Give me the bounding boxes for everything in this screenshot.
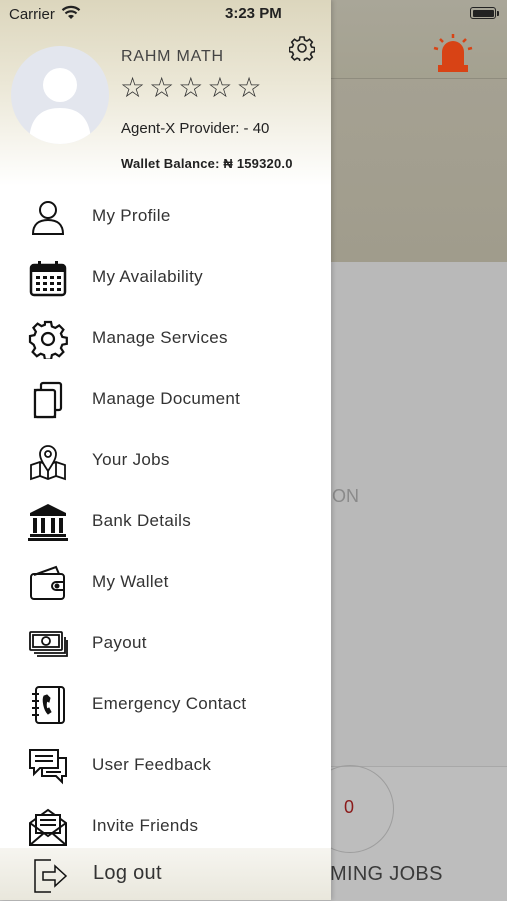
user-icon <box>31 201 65 235</box>
star-empty-icon: ☆ <box>207 72 233 103</box>
navigation-drawer: RAHM MATH ☆ ☆ ☆ ☆ ☆ Agent-X Provider: - … <box>0 0 331 900</box>
alarm-siren-icon[interactable] <box>432 32 474 74</box>
menu-item-manage-services[interactable]: Manage Services <box>0 308 331 369</box>
menu-item-bank-details[interactable]: Bank Details <box>0 491 331 552</box>
menu-item-label: Your Jobs <box>92 450 170 469</box>
battery-icon <box>470 7 496 19</box>
menu-item-user-feedback[interactable]: User Feedback <box>0 735 331 796</box>
chat-icon <box>29 749 67 785</box>
documents-icon <box>33 381 63 419</box>
menu-item-label: Payout <box>92 633 147 652</box>
menu-item-label: Emergency Contact <box>92 694 247 713</box>
menu-item-your-jobs[interactable]: Your Jobs <box>0 430 331 491</box>
avatar[interactable] <box>11 46 109 144</box>
logout-icon <box>34 859 68 893</box>
logout-button[interactable]: Log out <box>0 848 331 900</box>
battery-tip <box>497 11 499 16</box>
bank-icon <box>28 504 68 541</box>
menu-item-label: Bank Details <box>92 511 192 530</box>
provider-name: RAHM MATH <box>121 48 224 65</box>
envelope-icon <box>29 808 67 846</box>
calendar-icon <box>29 261 67 297</box>
menu-item-label: Invite Friends <box>92 816 199 835</box>
menu-item-my-availability[interactable]: My Availability <box>0 247 331 308</box>
menu-item-my-profile[interactable]: My Profile <box>0 186 331 247</box>
map-pin-icon <box>30 445 66 481</box>
star-empty-icon: ☆ <box>236 72 262 103</box>
menu-item-label: My Wallet <box>92 572 169 591</box>
phone-book-icon <box>32 686 65 724</box>
menu-item-label: Manage Services <box>92 328 228 347</box>
wallet-icon <box>30 565 65 600</box>
upcoming-jobs-label[interactable]: MING JOBS <box>330 863 443 886</box>
cash-icon <box>29 631 68 657</box>
gear-icon <box>28 320 68 359</box>
menu-item-manage-document[interactable]: Manage Document <box>0 369 331 430</box>
provider-id: Agent-X Provider: - 40 <box>121 120 270 137</box>
star-empty-icon: ☆ <box>178 72 204 103</box>
background-partial-text: ON <box>332 486 359 506</box>
star-empty-icon: ☆ <box>120 72 146 103</box>
upcoming-jobs-count: 0 <box>344 797 355 817</box>
settings-gear-icon[interactable] <box>289 35 315 61</box>
logout-label: Log out <box>93 862 162 884</box>
wifi-icon <box>61 5 81 19</box>
menu-item-label: Manage Document <box>92 389 241 408</box>
menu-item-payout[interactable]: Payout <box>0 613 331 674</box>
menu-item-my-wallet[interactable]: My Wallet <box>0 552 331 613</box>
wallet-balance: Wallet Balance: ₦ 159320.0 <box>121 156 293 171</box>
star-empty-icon: ☆ <box>149 72 175 103</box>
clock: 3:23 PM <box>225 5 282 22</box>
default-user-avatar-icon <box>29 68 91 144</box>
carrier-label: Carrier <box>9 6 55 23</box>
menu-item-label: My Availability <box>92 267 203 286</box>
menu-item-label: My Profile <box>92 206 171 225</box>
rating-stars: ☆ ☆ ☆ ☆ ☆ <box>120 72 262 104</box>
menu-item-label: User Feedback <box>92 755 212 774</box>
menu-item-emergency-contact[interactable]: Emergency Contact <box>0 674 331 735</box>
status-bar: Carrier 3:23 PM <box>0 0 507 28</box>
